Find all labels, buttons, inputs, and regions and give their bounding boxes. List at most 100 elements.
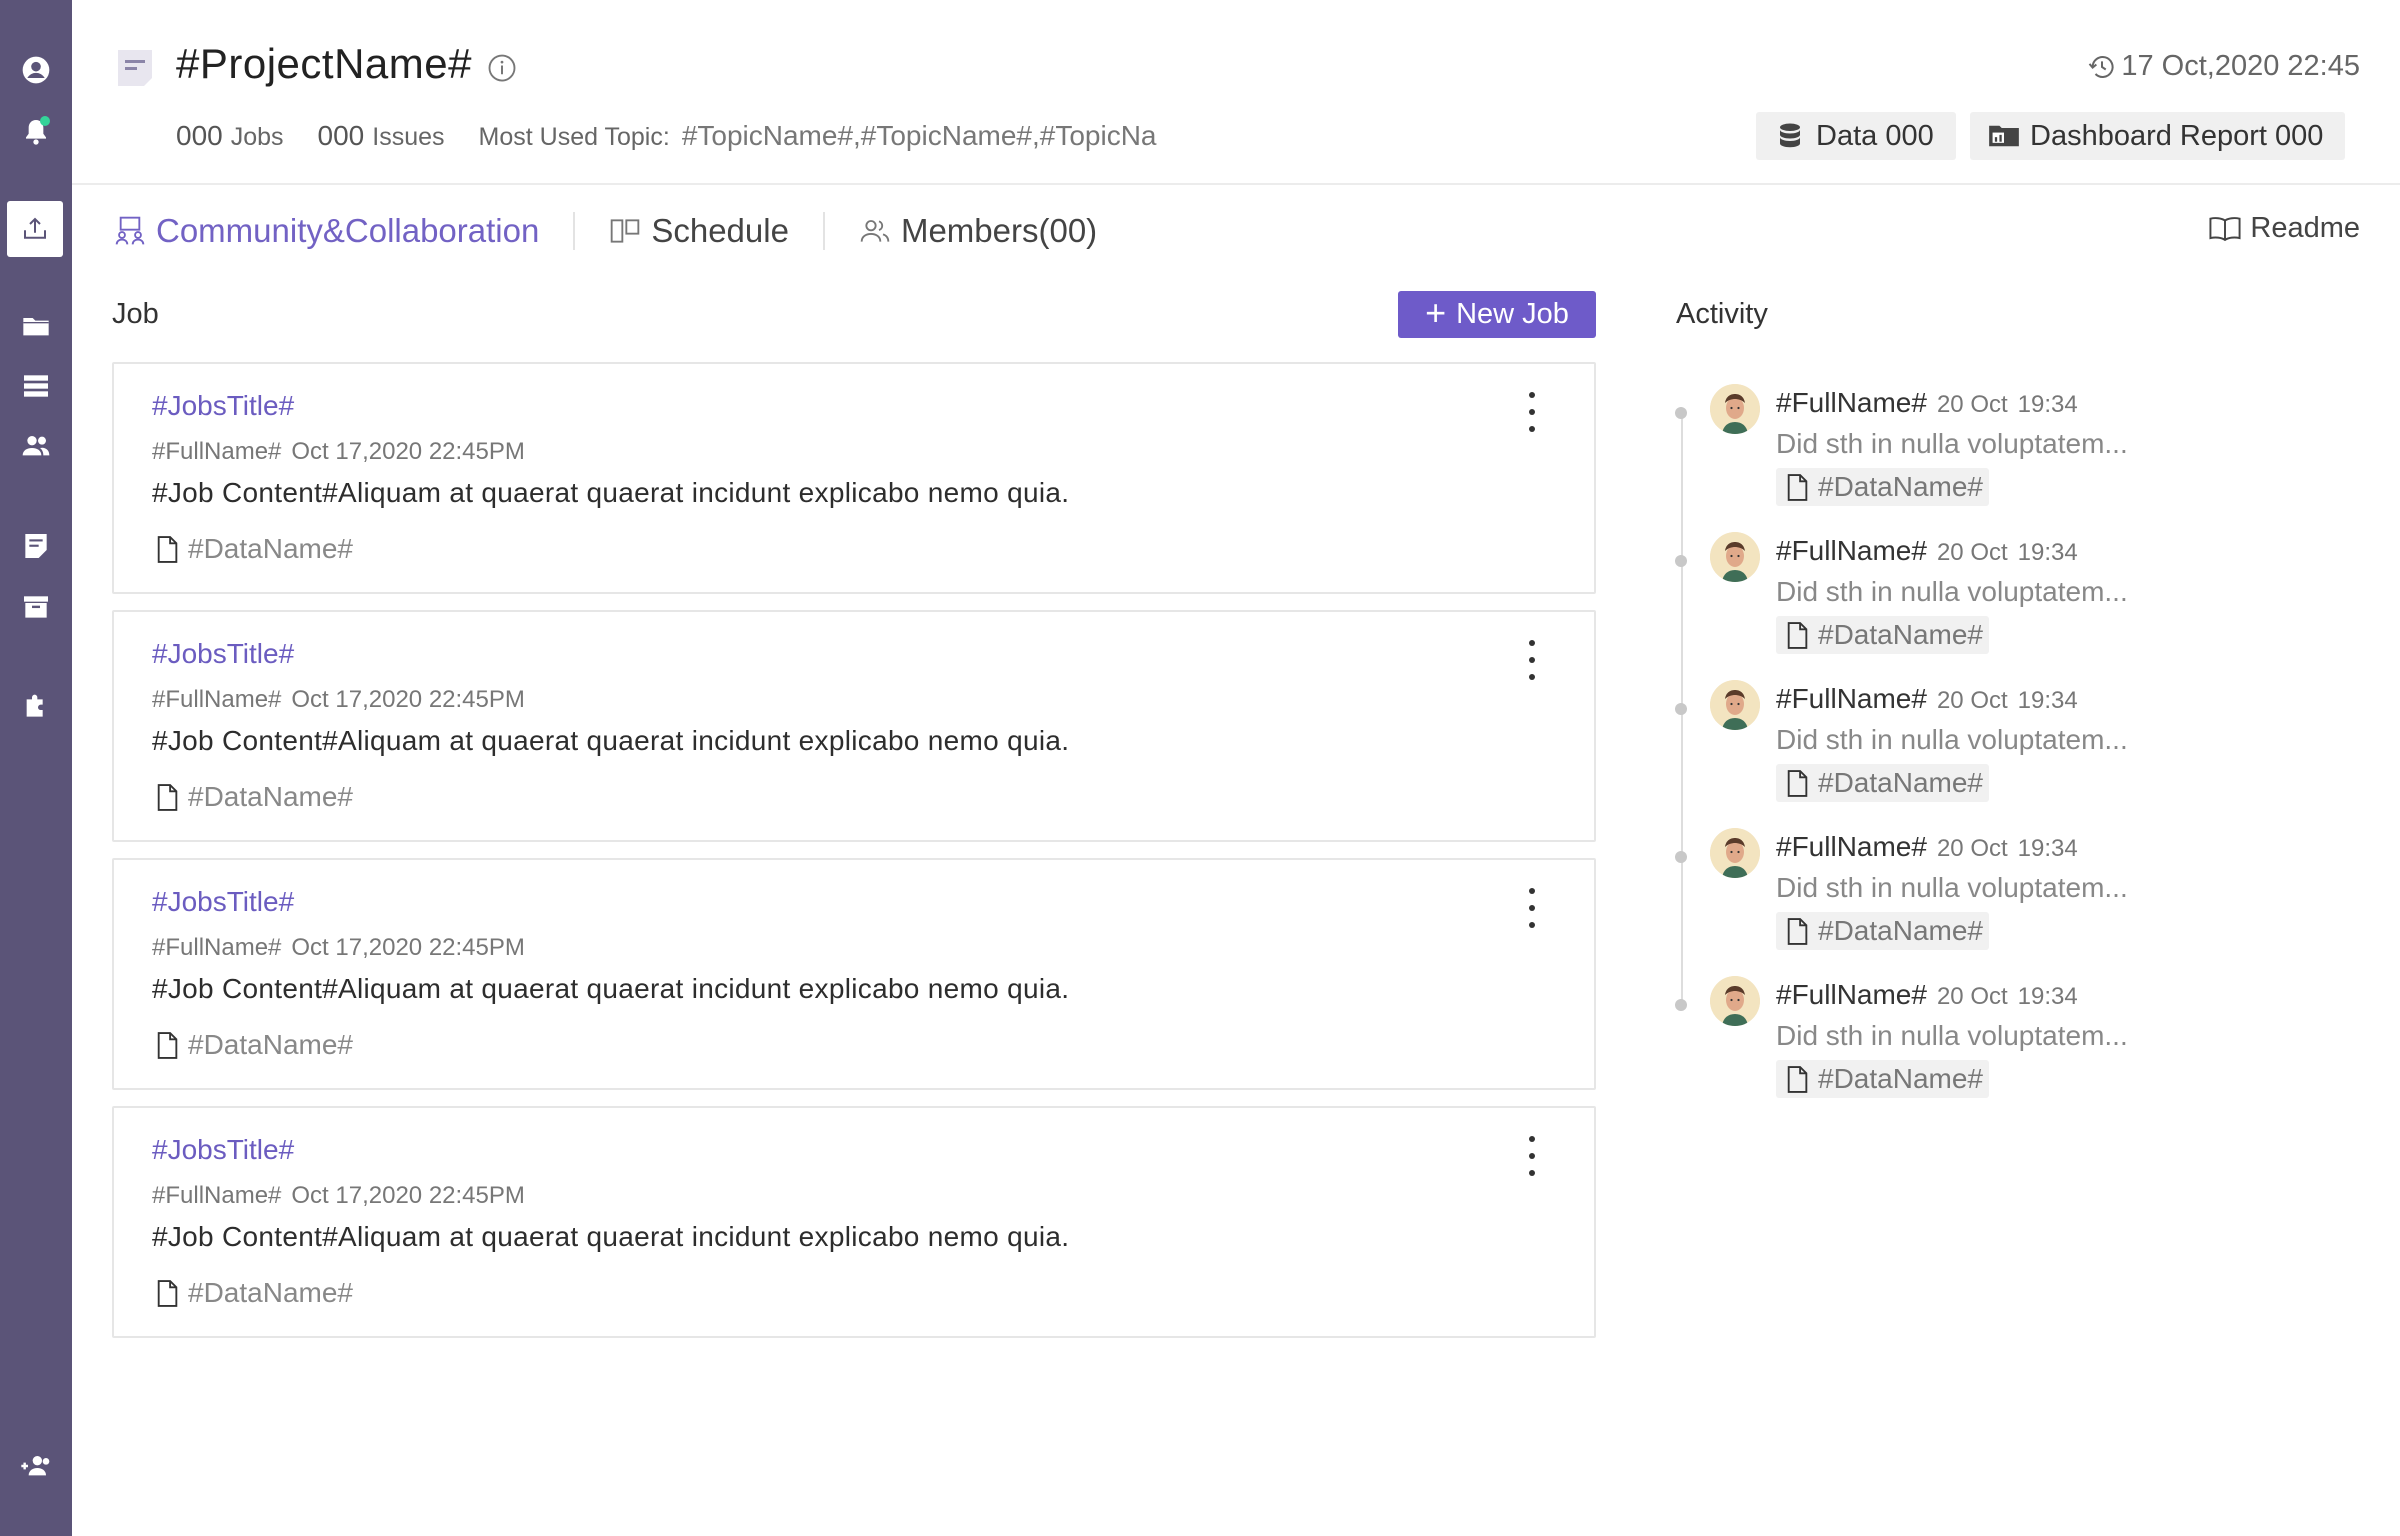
job-data-link[interactable]: #DataName# [156,1029,353,1061]
tab-community-collaboration[interactable]: Community&Collaboration [114,212,539,250]
job-card[interactable]: #JobsTitle# #FullName# Oct 17,2020 22:45P… [112,858,1596,1090]
job-meta: #FullName# Oct 17,2020 22:45PM [152,1182,525,1210]
project-icon [118,50,152,86]
job-data-link[interactable]: #DataName# [156,1277,353,1309]
job-data-name: #DataName# [188,1029,353,1060]
job-section-heading: Job [112,298,159,330]
job-data-link[interactable]: #DataName# [156,533,353,565]
activity-data-name: #DataName# [1818,767,1983,798]
database-icon [1780,123,1800,148]
activity-date: 20 Oct [1936,391,2008,418]
avatar[interactable] [1710,976,1760,1026]
users-icon[interactable] [18,428,54,464]
activity-author: #FullName# 20 Oct 19:34 [1776,979,2078,1011]
activity-date: 20 Oct [1936,687,2008,714]
document-icon[interactable] [18,528,54,564]
add-user-icon[interactable] [18,1448,54,1484]
info-icon[interactable] [487,53,517,83]
job-data-link[interactable]: #DataName# [156,781,353,813]
history-icon [2089,55,2114,78]
new-job-button[interactable]: + New Job [1398,291,1596,338]
more-options-icon[interactable] [1526,888,1538,928]
new-job-label: New Job [1456,298,1569,330]
job-list: #JobsTitle# #FullName# Oct 17,2020 22:45P… [112,362,1596,1354]
avatar[interactable] [1710,384,1760,434]
members-icon [860,220,890,242]
archive-icon[interactable] [18,589,54,625]
file-icon [1787,769,1808,797]
tab-bar: Community&Collaboration Schedule Members… [114,206,1097,256]
folder-icon[interactable] [18,308,54,344]
activity-name: #FullName# [1776,979,1927,1010]
file-icon [1787,473,1808,501]
activity-data-chip[interactable]: #DataName# [1776,616,1989,654]
job-date: Oct 17,2020 22:45PM [291,686,525,713]
timeline-dot [1675,703,1687,715]
job-date: Oct 17,2020 22:45PM [291,1182,525,1209]
timeline-dot [1675,851,1687,863]
activity-item: #FullName# 20 Oct 19:34 Did sth in nulla v… [1672,680,2372,828]
activity-item: #FullName# 20 Oct 19:34 Did sth in nulla v… [1672,976,2372,1124]
project-stats: 000 Jobs 000 Issues Most Used Topic: #Topi… [176,120,1207,152]
timeline-dot [1675,407,1687,419]
activity-time: 19:34 [2017,983,2078,1010]
dashboard-report-label: Dashboard Report 000 [2030,119,2324,152]
avatar[interactable] [1710,680,1760,730]
job-author: #FullName# [152,1182,282,1209]
activity-description: Did sth in nulla voluptatem... [1776,1020,2128,1051]
job-author: #FullName# [152,686,282,713]
activity-name: #FullName# [1776,683,1927,714]
puzzle-icon[interactable] [18,688,54,724]
activity-author: #FullName# 20 Oct 19:34 [1776,535,2078,567]
topic-label: Most Used Topic: [478,123,670,151]
job-data-name: #DataName# [188,533,353,564]
more-options-icon[interactable] [1526,640,1538,680]
activity-description: Did sth in nulla voluptatem... [1776,428,2128,459]
activity-data-chip[interactable]: #DataName# [1776,912,1989,950]
activity-date: 20 Oct [1936,539,2008,566]
more-options-icon[interactable] [1526,392,1538,432]
job-meta: #FullName# Oct 17,2020 22:45PM [152,934,525,962]
activity-heading: Activity [1676,298,1768,330]
upload-icon[interactable] [7,201,63,257]
sidebar [0,0,72,1536]
tab-members[interactable]: Members(00) [859,212,1097,250]
activity-data-chip[interactable]: #DataName# [1776,468,1989,506]
account-icon[interactable] [18,52,54,88]
data-button[interactable]: Data 000 [1756,112,1956,160]
job-title[interactable]: #JobsTitle# [152,638,294,670]
tab-label: Schedule [651,212,789,249]
dashboard-report-icon [1989,125,2019,147]
activity-description: Did sth in nulla voluptatem... [1776,872,2128,903]
avatar[interactable] [1710,532,1760,582]
page-title: #ProjectName# [176,40,472,87]
activity-author: #FullName# 20 Oct 19:34 [1776,387,2078,419]
file-icon [157,1031,178,1059]
tab-divider [573,212,576,250]
timeline-dot [1675,999,1687,1011]
tab-label: Community&Collaboration [156,212,540,249]
bell-icon[interactable] [18,114,54,150]
job-card[interactable]: #JobsTitle# #FullName# Oct 17,2020 22:45P… [112,610,1596,842]
job-card[interactable]: #JobsTitle# #FullName# Oct 17,2020 22:45P… [112,362,1596,594]
more-options-icon[interactable] [1526,1136,1538,1176]
readme-link[interactable]: Readme [2208,212,2360,245]
activity-data-chip[interactable]: #DataName# [1776,764,1989,802]
job-title[interactable]: #JobsTitle# [152,886,294,918]
job-card[interactable]: #JobsTitle# #FullName# Oct 17,2020 22:45P… [112,1106,1596,1338]
job-date: Oct 17,2020 22:45PM [291,934,525,961]
plus-icon: + [1425,291,1447,333]
dashboard-report-button[interactable]: Dashboard Report 000 [1970,112,2346,160]
activity-description: Did sth in nulla voluptatem... [1776,724,2128,755]
issues-count: 000 [317,120,365,151]
activity-data-chip[interactable]: #DataName# [1776,1060,1989,1098]
activity-item: #FullName# 20 Oct 19:34 Did sth in nulla v… [1672,384,2372,532]
data-button-label: Data 000 [1816,119,1934,152]
tab-schedule[interactable]: Schedule [609,212,789,250]
avatar[interactable] [1710,828,1760,878]
job-title[interactable]: #JobsTitle# [152,1134,294,1166]
job-title[interactable]: #JobsTitle# [152,390,294,422]
database-icon[interactable] [18,368,54,404]
activity-data-name: #DataName# [1818,915,1983,946]
timeline-dot [1675,555,1687,567]
